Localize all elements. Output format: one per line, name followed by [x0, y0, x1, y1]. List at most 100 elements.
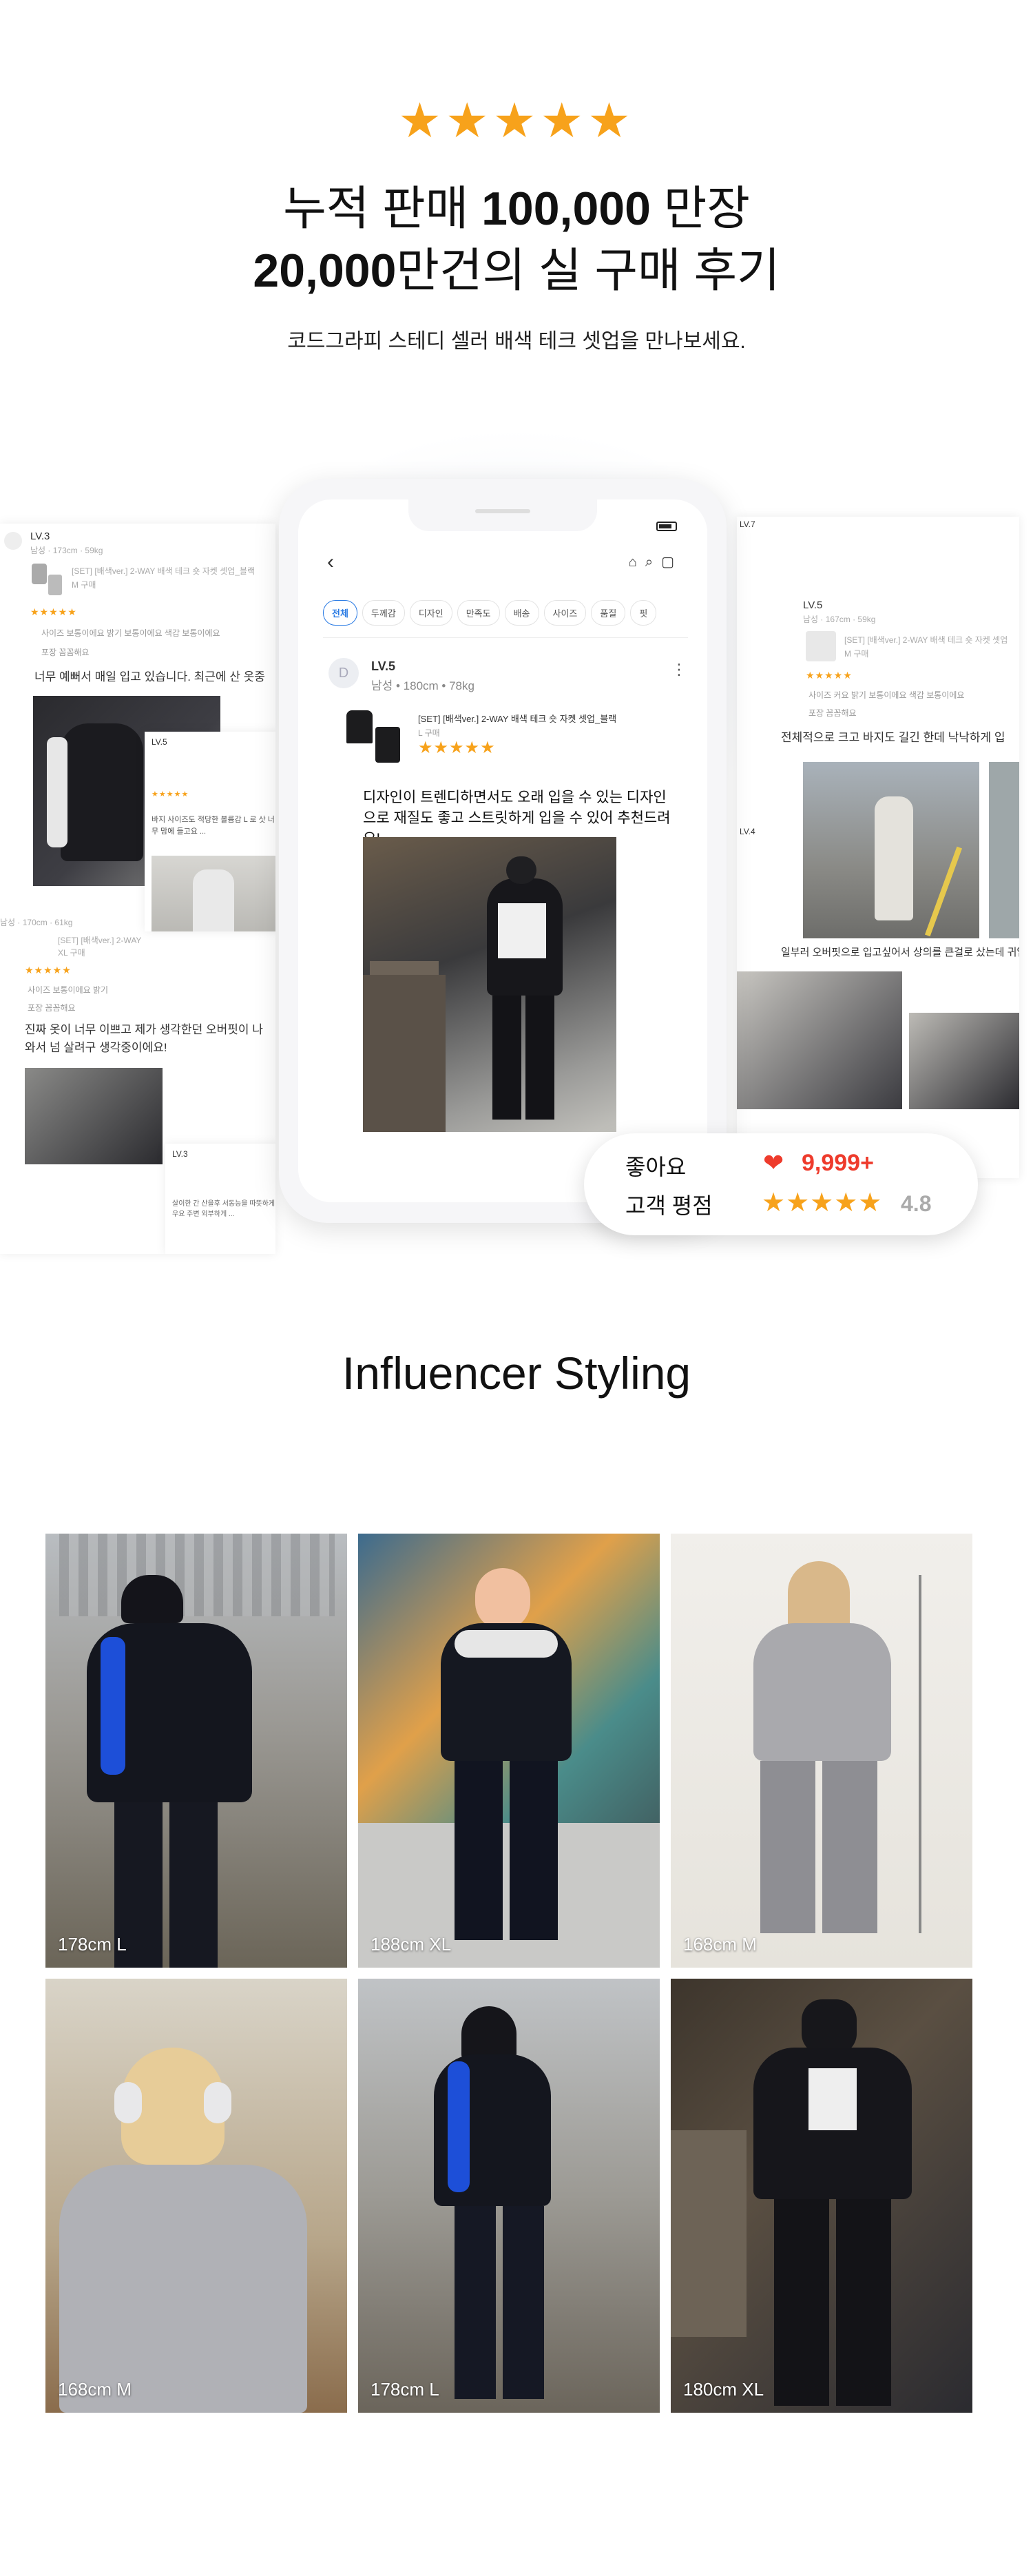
influencer-title: Influencer Styling [342, 1348, 691, 1399]
bg-right-level7: LV.7 [740, 519, 755, 529]
heart-icon: ❤ [763, 1148, 784, 1177]
bg-right-photo [803, 762, 979, 938]
avatar: D [328, 658, 359, 688]
bg-inner-stars: ★★★★★ [152, 790, 189, 798]
cart-icon[interactable]: ▢ [661, 555, 682, 570]
bg-product-option: M 구매 [72, 580, 96, 590]
bg-right-text: 전체적으로 크고 바지도 길긴 한데 낙낙하게 입 [781, 731, 1005, 744]
battery-icon [656, 522, 677, 531]
bg-right-photo-4 [909, 1013, 1019, 1109]
bg-review-text: 너무 예뻐서 매일 입고 있습니다. 최근에 산 옷중 [34, 670, 265, 683]
chip-design[interactable]: 디자인 [409, 600, 452, 626]
bg-right-thumb [806, 631, 836, 661]
chip-size[interactable]: 사이즈 [543, 600, 587, 626]
phone-notch [408, 499, 597, 531]
rating-badge: 좋아요 ❤ 9,999+ 고객 평점 ★★★★★ 4.8 [584, 1133, 978, 1235]
likes-count: 9,999+ [802, 1150, 874, 1176]
tile-caption: 168cm M [683, 1934, 757, 1955]
review-stars: ★★★★★ [418, 739, 496, 757]
hero-headline: 누적 판매 100,000 만장 20,000만건의 실 구매 후기 [0, 178, 1033, 302]
bg-review-card-inner: LV.5 ★★★★★ 바지 사이즈도 적당한 볼륨감 L 로 삿 너무 맘에 들… [145, 732, 275, 931]
chip-satisfaction[interactable]: 만족도 [457, 600, 500, 626]
home-icon[interactable]: ⌂ [629, 555, 645, 570]
bg-right2-text: 일부러 오버핏으로 입고싶어서 상의를 큰걸로 샀는데 귀엽고 [781, 947, 1019, 958]
rating-label: 고객 평점 [625, 1193, 713, 1218]
chip-fit[interactable]: 핏 [630, 600, 657, 626]
bg-review-card-inner-2: LV.3 살이한 간 산을후 서동능을 따뜻하게 우요 주변 외부하게 ... [165, 1144, 275, 1254]
phone-mockup: ‹ ⌂⌕▢ 전체 두께감 디자인 만족도 배송 사이즈 품질 핏 D LV.5 남성 • 18… [279, 479, 727, 1223]
bg-inner2-level: LV.3 [172, 1149, 188, 1159]
influencer-tile-4[interactable]: 168cm M [45, 1979, 347, 2413]
chip-delivery[interactable]: 배송 [504, 600, 539, 626]
bg-right-tags: 사이즈 커요 밝기 보통이에요 색감 보통이에요 [808, 690, 965, 700]
tile-caption: 188cm XL [371, 1934, 452, 1955]
phone-screen: ‹ ⌂⌕▢ 전체 두께감 디자인 만족도 배송 사이즈 품질 핏 D LV.5 남성 • 18… [298, 499, 707, 1202]
bg-avatar [4, 532, 22, 550]
phone-nav-bar: ‹ ⌂⌕▢ [298, 541, 707, 582]
bg-review-level: LV.3 [30, 530, 50, 542]
tile-caption: 178cm L [371, 2379, 439, 2400]
bg-inner-text: 바지 사이즈도 적당한 볼륨감 L 로 삿 너무 맘에 들고요 ... [152, 816, 275, 836]
tile-caption: 178cm L [58, 1934, 127, 1955]
headline-line1-bold: 100,000 [481, 183, 651, 235]
bg-review-card-left: LV.3 남성 · 173cm · 59kg [SET] [배색ver.] 2-… [0, 524, 275, 1254]
review-filter-chips: 전체 두께감 디자인 만족도 배송 사이즈 품질 핏 [323, 600, 707, 626]
tile-caption: 180cm XL [683, 2379, 764, 2400]
rating-stars: ★★★★★ [762, 1188, 883, 1217]
review-product: [SET] [배색ver.] 2-WAY 배색 테크 숏 자켓 셋업_블랙 L … [342, 706, 673, 768]
headline-line2-post: 만건의 실 구매 후기 [396, 245, 780, 297]
tile-caption: 168cm M [58, 2379, 132, 2400]
more-icon[interactable]: ⋮ [671, 661, 687, 679]
review-meta: 남성 • 180cm • 78kg [371, 679, 474, 692]
likes-label: 좋아요 [625, 1155, 687, 1179]
influencer-tile-3[interactable]: 168cm M [671, 1534, 972, 1968]
chip-quality[interactable]: 품질 [591, 600, 626, 626]
bg-right-photo-2 [989, 762, 1019, 938]
bg-review2-stars: ★★★★★ [25, 965, 72, 976]
bg-review-photo-2 [25, 1068, 163, 1164]
review-photo [363, 837, 616, 1132]
chip-thickness[interactable]: 두께감 [362, 600, 405, 626]
influencer-tile-5[interactable]: 178cm L [358, 1979, 660, 2413]
product-option: L 구매 [418, 728, 440, 738]
bg-inner2-text: 살이한 간 산을후 서동능을 따뜻하게 우요 주변 외부하게 ... [172, 1200, 275, 1218]
headline-line1-pre: 누적 판매 [283, 183, 482, 235]
bg-review-card-right: LV.7 LV.5 남성 · 167cm · 59kg [SET] [배색ver… [737, 517, 1019, 1178]
bg-review2-tags-2: 포장 꼼꼼해요 [28, 1003, 76, 1013]
review-level: LV.5 [371, 659, 396, 673]
bg-right-product: [SET] [배색ver.] 2-WAY 배색 테크 숏 자켓 셋업 [844, 635, 1008, 645]
influencer-tile-1[interactable]: 178cm L [45, 1534, 347, 1968]
hero-stars: ★★★★★ [398, 94, 635, 147]
product-name: [SET] [배색ver.] 2-WAY 배색 테크 숏 자켓 셋업_블랙 [418, 714, 617, 724]
chip-divider [323, 637, 688, 638]
bg-right-stars: ★★★★★ [806, 670, 853, 681]
nav-icons: ⌂⌕▢ [629, 553, 682, 570]
search-icon[interactable]: ⌕ [645, 555, 661, 570]
bg-tags-2: 포장 꼼꼼해요 [41, 648, 90, 657]
bg-right-meta: 남성 · 167cm · 59kg [803, 615, 876, 624]
chip-all[interactable]: 전체 [323, 600, 357, 626]
bg-right-option: M 구매 [844, 649, 869, 659]
bg-inner-level: LV.5 [152, 737, 167, 747]
headline-line1-post: 만장 [650, 183, 750, 235]
bg-tags: 사이즈 보통이에요 밝기 보통이에요 색감 보통이에요 [41, 628, 220, 638]
influencer-tile-2[interactable]: 188cm XL [358, 1534, 660, 1968]
headline-line2-bold: 20,000 [253, 245, 397, 297]
hero-subline: 코드그라피 스테디 셀러 배색 테크 셋업을 만나보세요. [287, 330, 746, 353]
bg-right-level4: LV.4 [740, 827, 755, 836]
bg-right-level: LV.5 [803, 599, 823, 611]
review-collage: LV.3 남성 · 173cm · 59kg [SET] [배색ver.] 2-… [0, 427, 1033, 1281]
back-icon[interactable]: ‹ [327, 550, 334, 574]
bg-product-thumb [30, 562, 65, 597]
bg-product-name: [SET] [배색ver.] 2-WAY 배색 테크 숏 자켓 셋업_블랙 [72, 566, 255, 576]
bg-stars: ★★★★★ [30, 606, 77, 617]
product-thumbnail [342, 706, 404, 768]
bg-review2-meta: 남성 · 170cm · 61kg [0, 918, 73, 927]
influencer-tile-6[interactable]: 180cm XL [671, 1979, 972, 2413]
bg-review2-product: [SET] [배색ver.] 2-WAY [58, 936, 142, 945]
bg-right-tags-2: 포장 꼼꼼해요 [808, 708, 857, 718]
bg-review-meta: 남성 · 173cm · 59kg [30, 546, 103, 555]
bg-right-photo-3 [737, 971, 902, 1109]
phone-speaker [475, 509, 530, 513]
rating-value: 4.8 [901, 1191, 932, 1216]
